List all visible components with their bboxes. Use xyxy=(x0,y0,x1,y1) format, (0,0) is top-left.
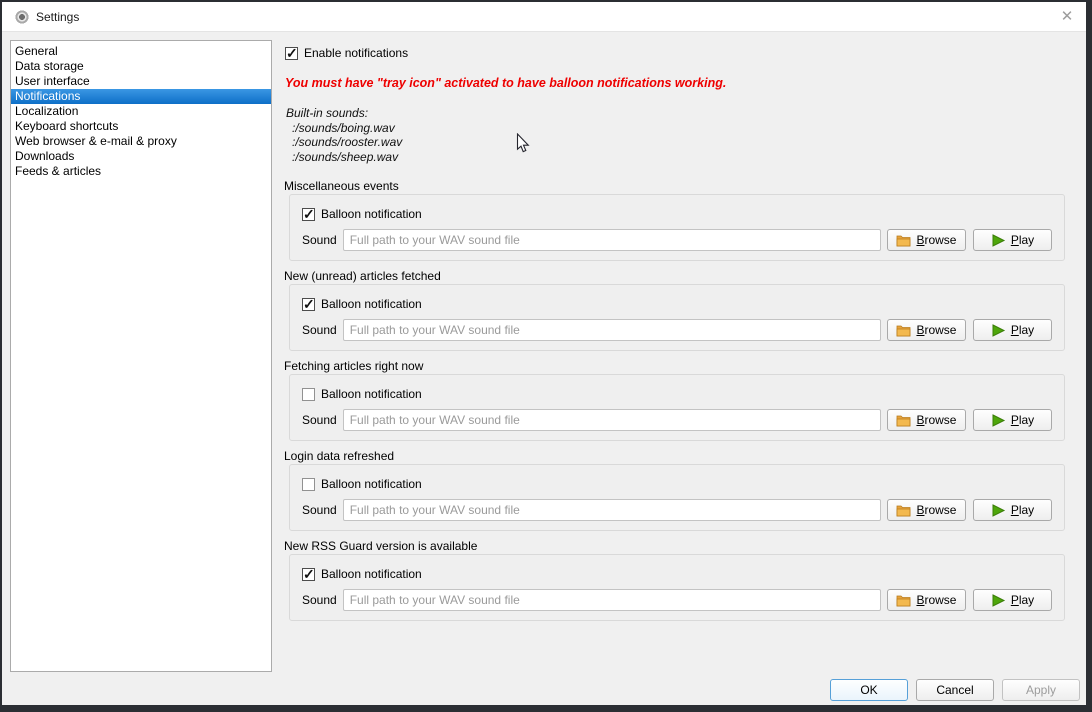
section-title: New RSS Guard version is available xyxy=(284,540,1079,554)
settings-dialog: Settings ✕ General Data storage User int… xyxy=(2,2,1086,705)
section-login-data-refreshed: Login data refreshed Balloon notificatio… xyxy=(283,450,1079,531)
section-new-articles-fetched: New (unread) articles fetched Balloon no… xyxy=(283,270,1079,351)
browse-button[interactable]: Browse xyxy=(887,499,966,521)
balloon-notification-label: Balloon notification xyxy=(321,207,422,221)
browse-button[interactable]: Browse xyxy=(887,319,966,341)
section-title: Fetching articles right now xyxy=(284,360,1079,374)
play-icon xyxy=(991,414,1006,427)
sidebar-item-web-browser-proxy[interactable]: Web browser & e-mail & proxy xyxy=(11,134,271,149)
browse-button[interactable]: Browse xyxy=(887,589,966,611)
apply-button[interactable]: Apply xyxy=(1002,679,1080,701)
section-miscellaneous-events: Miscellaneous events Balloon notificatio… xyxy=(283,180,1079,261)
sidebar-item-feeds-articles[interactable]: Feeds & articles xyxy=(11,164,271,179)
sidebar-item-localization[interactable]: Localization xyxy=(11,104,271,119)
sidebar-item-downloads[interactable]: Downloads xyxy=(11,149,271,164)
enable-notifications-row: Enable notifications xyxy=(285,45,1079,61)
built-in-sounds-block: Built-in sounds: :/sounds/boing.wav :/so… xyxy=(286,106,1079,164)
close-icon[interactable]: ✕ xyxy=(1056,7,1078,27)
sound-label: Sound xyxy=(302,323,337,337)
folder-icon xyxy=(896,414,911,427)
balloon-notification-label: Balloon notification xyxy=(321,567,422,581)
folder-icon xyxy=(896,504,911,517)
section-title: New (unread) articles fetched xyxy=(284,270,1079,284)
browse-button[interactable]: Browse xyxy=(887,229,966,251)
sound-path-input[interactable] xyxy=(343,409,881,431)
play-button[interactable]: Play xyxy=(973,319,1052,341)
cancel-button[interactable]: Cancel xyxy=(916,679,994,701)
sound-path-input[interactable] xyxy=(343,319,881,341)
folder-icon xyxy=(896,234,911,247)
balloon-notification-label: Balloon notification xyxy=(321,477,422,491)
sidebar-item-notifications[interactable]: Notifications xyxy=(11,89,271,104)
sound-path-input[interactable] xyxy=(343,589,881,611)
notification-sections: Miscellaneous events Balloon notificatio… xyxy=(283,180,1079,621)
sound-label: Sound xyxy=(302,413,337,427)
play-icon xyxy=(991,324,1006,337)
balloon-notification-checkbox[interactable] xyxy=(302,388,315,401)
play-button[interactable]: Play xyxy=(973,589,1052,611)
folder-icon xyxy=(896,324,911,337)
section-groupbox: Balloon notification Sound Browse xyxy=(289,374,1065,441)
built-in-sounds-title: Built-in sounds: xyxy=(286,106,1079,121)
browse-button[interactable]: Browse xyxy=(887,409,966,431)
balloon-notification-label: Balloon notification xyxy=(321,387,422,401)
section-title: Miscellaneous events xyxy=(284,180,1079,194)
sound-label: Sound xyxy=(302,233,337,247)
enable-notifications-label: Enable notifications xyxy=(304,46,408,60)
balloon-notification-checkbox[interactable] xyxy=(302,298,315,311)
settings-category-list: General Data storage User interface Noti… xyxy=(10,40,272,672)
built-in-sound-path: :/sounds/sheep.wav xyxy=(286,150,1079,165)
title-bar: Settings ✕ xyxy=(2,2,1086,32)
sidebar-item-general[interactable]: General xyxy=(11,44,271,59)
settings-window: Settings ✕ General Data storage User int… xyxy=(0,0,1092,712)
sound-path-input[interactable] xyxy=(343,499,881,521)
play-button[interactable]: Play xyxy=(973,499,1052,521)
built-in-sound-path: :/sounds/boing.wav xyxy=(286,121,1079,136)
section-new-version-available: New RSS Guard version is available Ballo… xyxy=(283,540,1079,621)
folder-icon xyxy=(896,594,911,607)
section-groupbox: Balloon notification Sound Browse xyxy=(289,464,1065,531)
section-groupbox: Balloon notification Sound Browse xyxy=(289,554,1065,621)
play-button[interactable]: Play xyxy=(973,409,1052,431)
settings-gear-icon xyxy=(15,10,29,24)
tray-icon-warning: You must have "tray icon" activated to h… xyxy=(285,76,1079,90)
section-fetching-articles: Fetching articles right now Balloon noti… xyxy=(283,360,1079,441)
dialog-body: General Data storage User interface Noti… xyxy=(2,32,1086,705)
sidebar-item-user-interface[interactable]: User interface xyxy=(11,74,271,89)
section-groupbox: Balloon notification Sound Browse xyxy=(289,284,1065,351)
ok-button[interactable]: OK xyxy=(830,679,908,701)
sound-path-input[interactable] xyxy=(343,229,881,251)
balloon-notification-checkbox[interactable] xyxy=(302,208,315,221)
play-icon xyxy=(991,504,1006,517)
section-title: Login data refreshed xyxy=(284,450,1079,464)
sidebar-item-keyboard-shortcuts[interactable]: Keyboard shortcuts xyxy=(11,119,271,134)
play-icon xyxy=(991,234,1006,247)
enable-notifications-checkbox[interactable] xyxy=(285,47,298,60)
dialog-buttons: OK Cancel Apply xyxy=(830,679,1080,701)
section-groupbox: Balloon notification Sound Browse xyxy=(289,194,1065,261)
sidebar-item-data-storage[interactable]: Data storage xyxy=(11,59,271,74)
notifications-panel: Enable notifications You must have "tray… xyxy=(283,32,1079,630)
play-icon xyxy=(991,594,1006,607)
sound-label: Sound xyxy=(302,593,337,607)
play-button[interactable]: Play xyxy=(973,229,1052,251)
balloon-notification-checkbox[interactable] xyxy=(302,568,315,581)
window-title: Settings xyxy=(36,10,79,24)
balloon-notification-label: Balloon notification xyxy=(321,297,422,311)
built-in-sound-path: :/sounds/rooster.wav xyxy=(286,135,1079,150)
sound-label: Sound xyxy=(302,503,337,517)
balloon-notification-checkbox[interactable] xyxy=(302,478,315,491)
